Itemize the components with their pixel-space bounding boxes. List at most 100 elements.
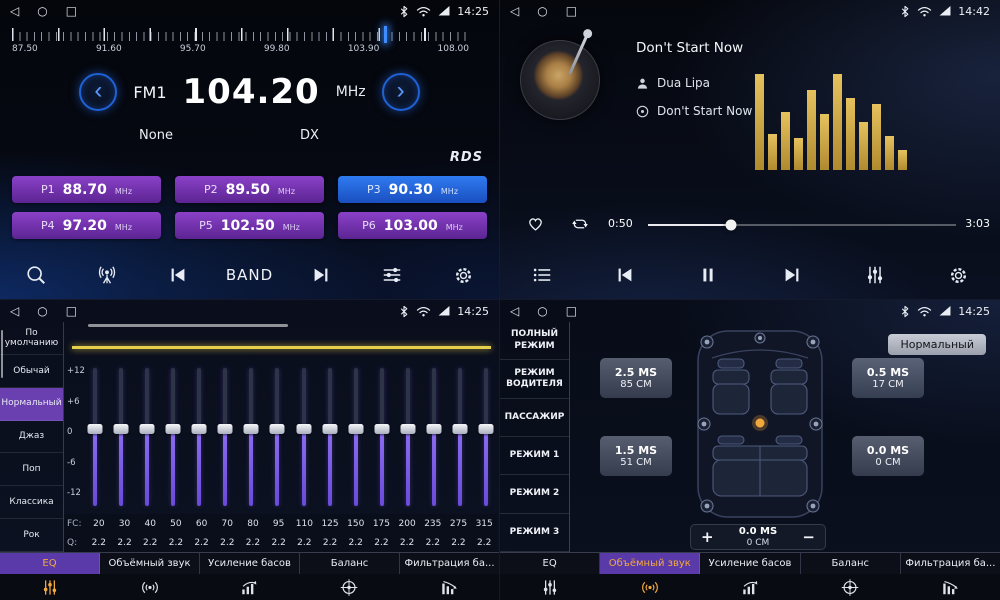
tab-bass-boost[interactable]: Усиление басов xyxy=(200,553,300,574)
tune-down-button[interactable]: ‹ xyxy=(79,73,117,111)
nav-back-icon[interactable]: ◁ xyxy=(510,0,519,22)
preset-button-3[interactable]: P3 90.30 MHz xyxy=(338,176,487,203)
preset-button-5[interactable]: P5 102.50 MHz xyxy=(175,212,324,239)
eq-band-slider[interactable] xyxy=(478,368,495,506)
slider-knob[interactable] xyxy=(427,424,442,434)
slider-knob[interactable] xyxy=(270,424,285,434)
slider-knob[interactable] xyxy=(244,424,259,434)
slider-knob[interactable] xyxy=(87,424,102,434)
delay-rear-right[interactable]: 0.0 MS 0 CM xyxy=(852,436,924,476)
tab-balance[interactable]: Баланс xyxy=(300,553,400,574)
slider-knob[interactable] xyxy=(139,424,154,434)
slider-knob[interactable] xyxy=(479,424,494,434)
eq-band-slider[interactable] xyxy=(243,368,260,506)
horizontal-scrollbar[interactable] xyxy=(88,324,288,327)
eq-preset-rock[interactable]: Рок xyxy=(0,519,63,552)
pause-button[interactable] xyxy=(667,264,750,286)
eq-band-slider[interactable] xyxy=(400,368,417,506)
slider-knob[interactable] xyxy=(165,424,180,434)
nav-back-icon[interactable]: ◁ xyxy=(10,300,19,322)
tab-surround-icon-button[interactable] xyxy=(100,574,200,600)
eq-preset-normal[interactable]: Нормальный xyxy=(0,388,63,421)
nav-back-icon[interactable]: ◁ xyxy=(10,0,19,22)
eq-band-slider[interactable] xyxy=(191,368,208,506)
eq-band-slider[interactable] xyxy=(269,368,286,506)
tab-filter-icon-button[interactable] xyxy=(900,574,1000,600)
eq-band-slider[interactable] xyxy=(347,368,364,506)
profile-button[interactable]: Нормальный xyxy=(888,334,986,355)
playlist-button[interactable] xyxy=(500,264,583,286)
eq-preset-default[interactable]: По умолчанию xyxy=(0,322,63,355)
slider-knob[interactable] xyxy=(453,424,468,434)
progress-bar[interactable] xyxy=(648,224,956,226)
tab-filter[interactable]: Фильтрация ба... xyxy=(901,553,1000,574)
mode-full[interactable]: ПОЛНЫЙ РЕЖИМ xyxy=(500,322,569,360)
tab-eq[interactable]: EQ xyxy=(500,553,600,574)
eq-preset-pop[interactable]: Поп xyxy=(0,453,63,486)
repeat-button[interactable] xyxy=(570,214,590,238)
tab-bass-icon-button[interactable] xyxy=(200,574,300,600)
audio-settings-button[interactable] xyxy=(356,264,427,286)
eq-preset-jazz[interactable]: Джаз xyxy=(0,421,63,454)
nav-back-icon[interactable]: ◁ xyxy=(510,300,519,322)
mode-2[interactable]: РЕЖИМ 2 xyxy=(500,475,569,513)
delay-front-right[interactable]: 0.5 MS 17 CM xyxy=(852,358,924,398)
mode-driver[interactable]: РЕЖИМ ВОДИТЕЛЯ xyxy=(500,360,569,398)
nav-home-icon[interactable]: ○ xyxy=(37,300,47,322)
tab-eq[interactable]: EQ xyxy=(0,553,100,574)
mode-1[interactable]: РЕЖИМ 1 xyxy=(500,437,569,475)
increase-delay-button[interactable]: + xyxy=(701,530,714,545)
tab-surround[interactable]: Объёмный звук xyxy=(600,553,700,574)
mode-passenger[interactable]: ПАССАЖИР xyxy=(500,399,569,437)
eq-preset-classic[interactable]: Классика xyxy=(0,486,63,519)
preset-button-4[interactable]: P4 97.20 MHz xyxy=(12,212,161,239)
eq-band-slider[interactable] xyxy=(373,368,390,506)
nav-recents-icon[interactable]: □ xyxy=(566,0,577,22)
scrollbar[interactable] xyxy=(1,330,3,378)
eq-band-slider[interactable] xyxy=(217,368,234,506)
tune-up-button[interactable]: › xyxy=(382,73,420,111)
preset-button-2[interactable]: P2 89.50 MHz xyxy=(175,176,324,203)
eq-band-slider[interactable] xyxy=(321,368,338,506)
eq-preset-custom[interactable]: Обычай xyxy=(0,355,63,388)
favorite-button[interactable] xyxy=(526,214,545,237)
slider-knob[interactable] xyxy=(348,424,363,434)
tab-surround-icon-button[interactable] xyxy=(600,574,700,600)
tab-balance[interactable]: Баланс xyxy=(801,553,901,574)
eq-band-slider[interactable] xyxy=(164,368,181,506)
preset-button-6[interactable]: P6 103.00 MHz xyxy=(338,212,487,239)
eq-band-slider[interactable] xyxy=(86,368,103,506)
equalizer-button[interactable] xyxy=(833,264,916,286)
nav-home-icon[interactable]: ○ xyxy=(537,300,547,322)
slider-knob[interactable] xyxy=(374,424,389,434)
eq-band-slider[interactable] xyxy=(295,368,312,506)
tab-bass-icon-button[interactable] xyxy=(700,574,800,600)
tab-balance-icon-button[interactable] xyxy=(800,574,900,600)
seek-down-button[interactable] xyxy=(143,264,214,286)
tab-eq-icon-button[interactable] xyxy=(0,574,100,600)
previous-track-button[interactable] xyxy=(583,264,666,286)
nav-recents-icon[interactable]: □ xyxy=(66,300,77,322)
nav-home-icon[interactable]: ○ xyxy=(537,0,547,22)
broadcast-button[interactable] xyxy=(71,264,142,286)
settings-button[interactable] xyxy=(917,265,1000,286)
eq-band-slider[interactable] xyxy=(452,368,469,506)
eq-band-slider[interactable] xyxy=(112,368,129,506)
nav-recents-icon[interactable]: □ xyxy=(566,300,577,322)
eq-band-slider[interactable] xyxy=(138,368,155,506)
tab-bass-boost[interactable]: Усиление басов xyxy=(700,553,800,574)
preset-button-1[interactable]: P1 88.70 MHz xyxy=(12,176,161,203)
mode-3[interactable]: РЕЖИМ 3 xyxy=(500,514,569,552)
delay-front-left[interactable]: 2.5 MS 85 CM xyxy=(600,358,672,398)
band-button[interactable]: BAND xyxy=(214,266,285,284)
tab-filter[interactable]: Фильтрация ба... xyxy=(400,553,499,574)
decrease-delay-button[interactable]: − xyxy=(802,530,815,545)
tab-filter-icon-button[interactable] xyxy=(399,574,499,600)
tab-balance-icon-button[interactable] xyxy=(299,574,399,600)
tab-eq-icon-button[interactable] xyxy=(500,574,600,600)
slider-knob[interactable] xyxy=(218,424,233,434)
slider-knob[interactable] xyxy=(322,424,337,434)
settings-button[interactable] xyxy=(428,265,499,286)
next-track-button[interactable] xyxy=(750,264,833,286)
seek-up-button[interactable] xyxy=(285,264,356,286)
